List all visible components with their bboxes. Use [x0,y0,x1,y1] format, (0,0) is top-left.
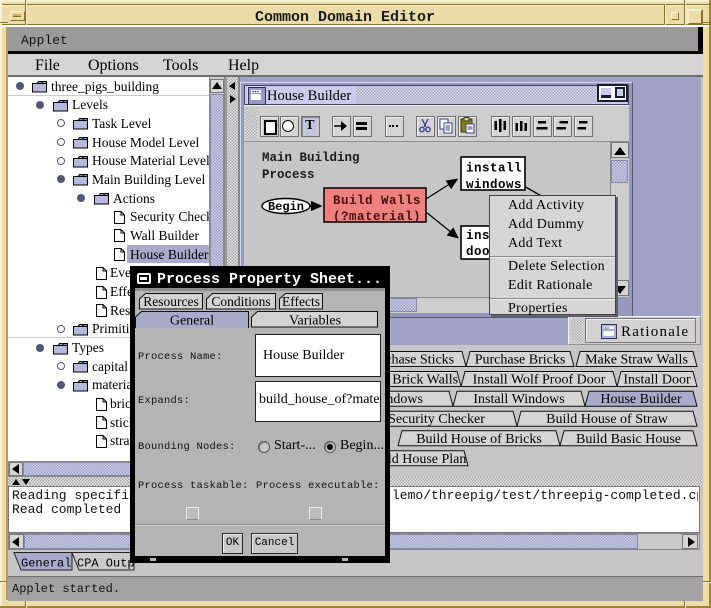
svg-text:Build Walls: Build Walls [333,194,421,208]
svg-text:Purchase Bricks: Purchase Bricks [475,353,566,368]
svg-text:Conditions: Conditions [211,294,270,309]
svg-text:House Builder: House Builder [600,392,682,407]
svg-text:Resources: Resources [143,294,198,309]
svg-text:install: install [466,162,522,176]
svg-text:Begin: Begin [268,200,304,214]
svg-text:Build Basic House: Build Basic House [576,432,681,447]
svg-text:Install Wolf Proof Door: Install Wolf Proof Door [473,373,606,388]
svg-text:General: General [170,314,214,329]
svg-text:CPA Outp: CPA Outp [77,557,135,571]
svg-text:Make Straw Walls: Make Straw Walls [585,353,688,368]
svg-text:Build House of Straw: Build House of Straw [546,412,669,427]
svg-text:Process: Process [262,168,315,182]
svg-text:Install Door: Install Door [623,373,691,388]
svg-text:Install Windows: Install Windows [473,392,564,407]
svg-text:Effects: Effects [282,294,320,309]
svg-text:windows: windows [466,178,522,192]
svg-text:Main Building: Main Building [262,151,360,165]
svg-text:Security Checker: Security Checker [388,412,485,427]
svg-text:General: General [21,557,71,571]
svg-text:(?material): (?material) [333,210,421,224]
svg-text:Variables: Variables [289,314,341,329]
svg-text:Build House of Bricks: Build House of Bricks [416,432,542,447]
